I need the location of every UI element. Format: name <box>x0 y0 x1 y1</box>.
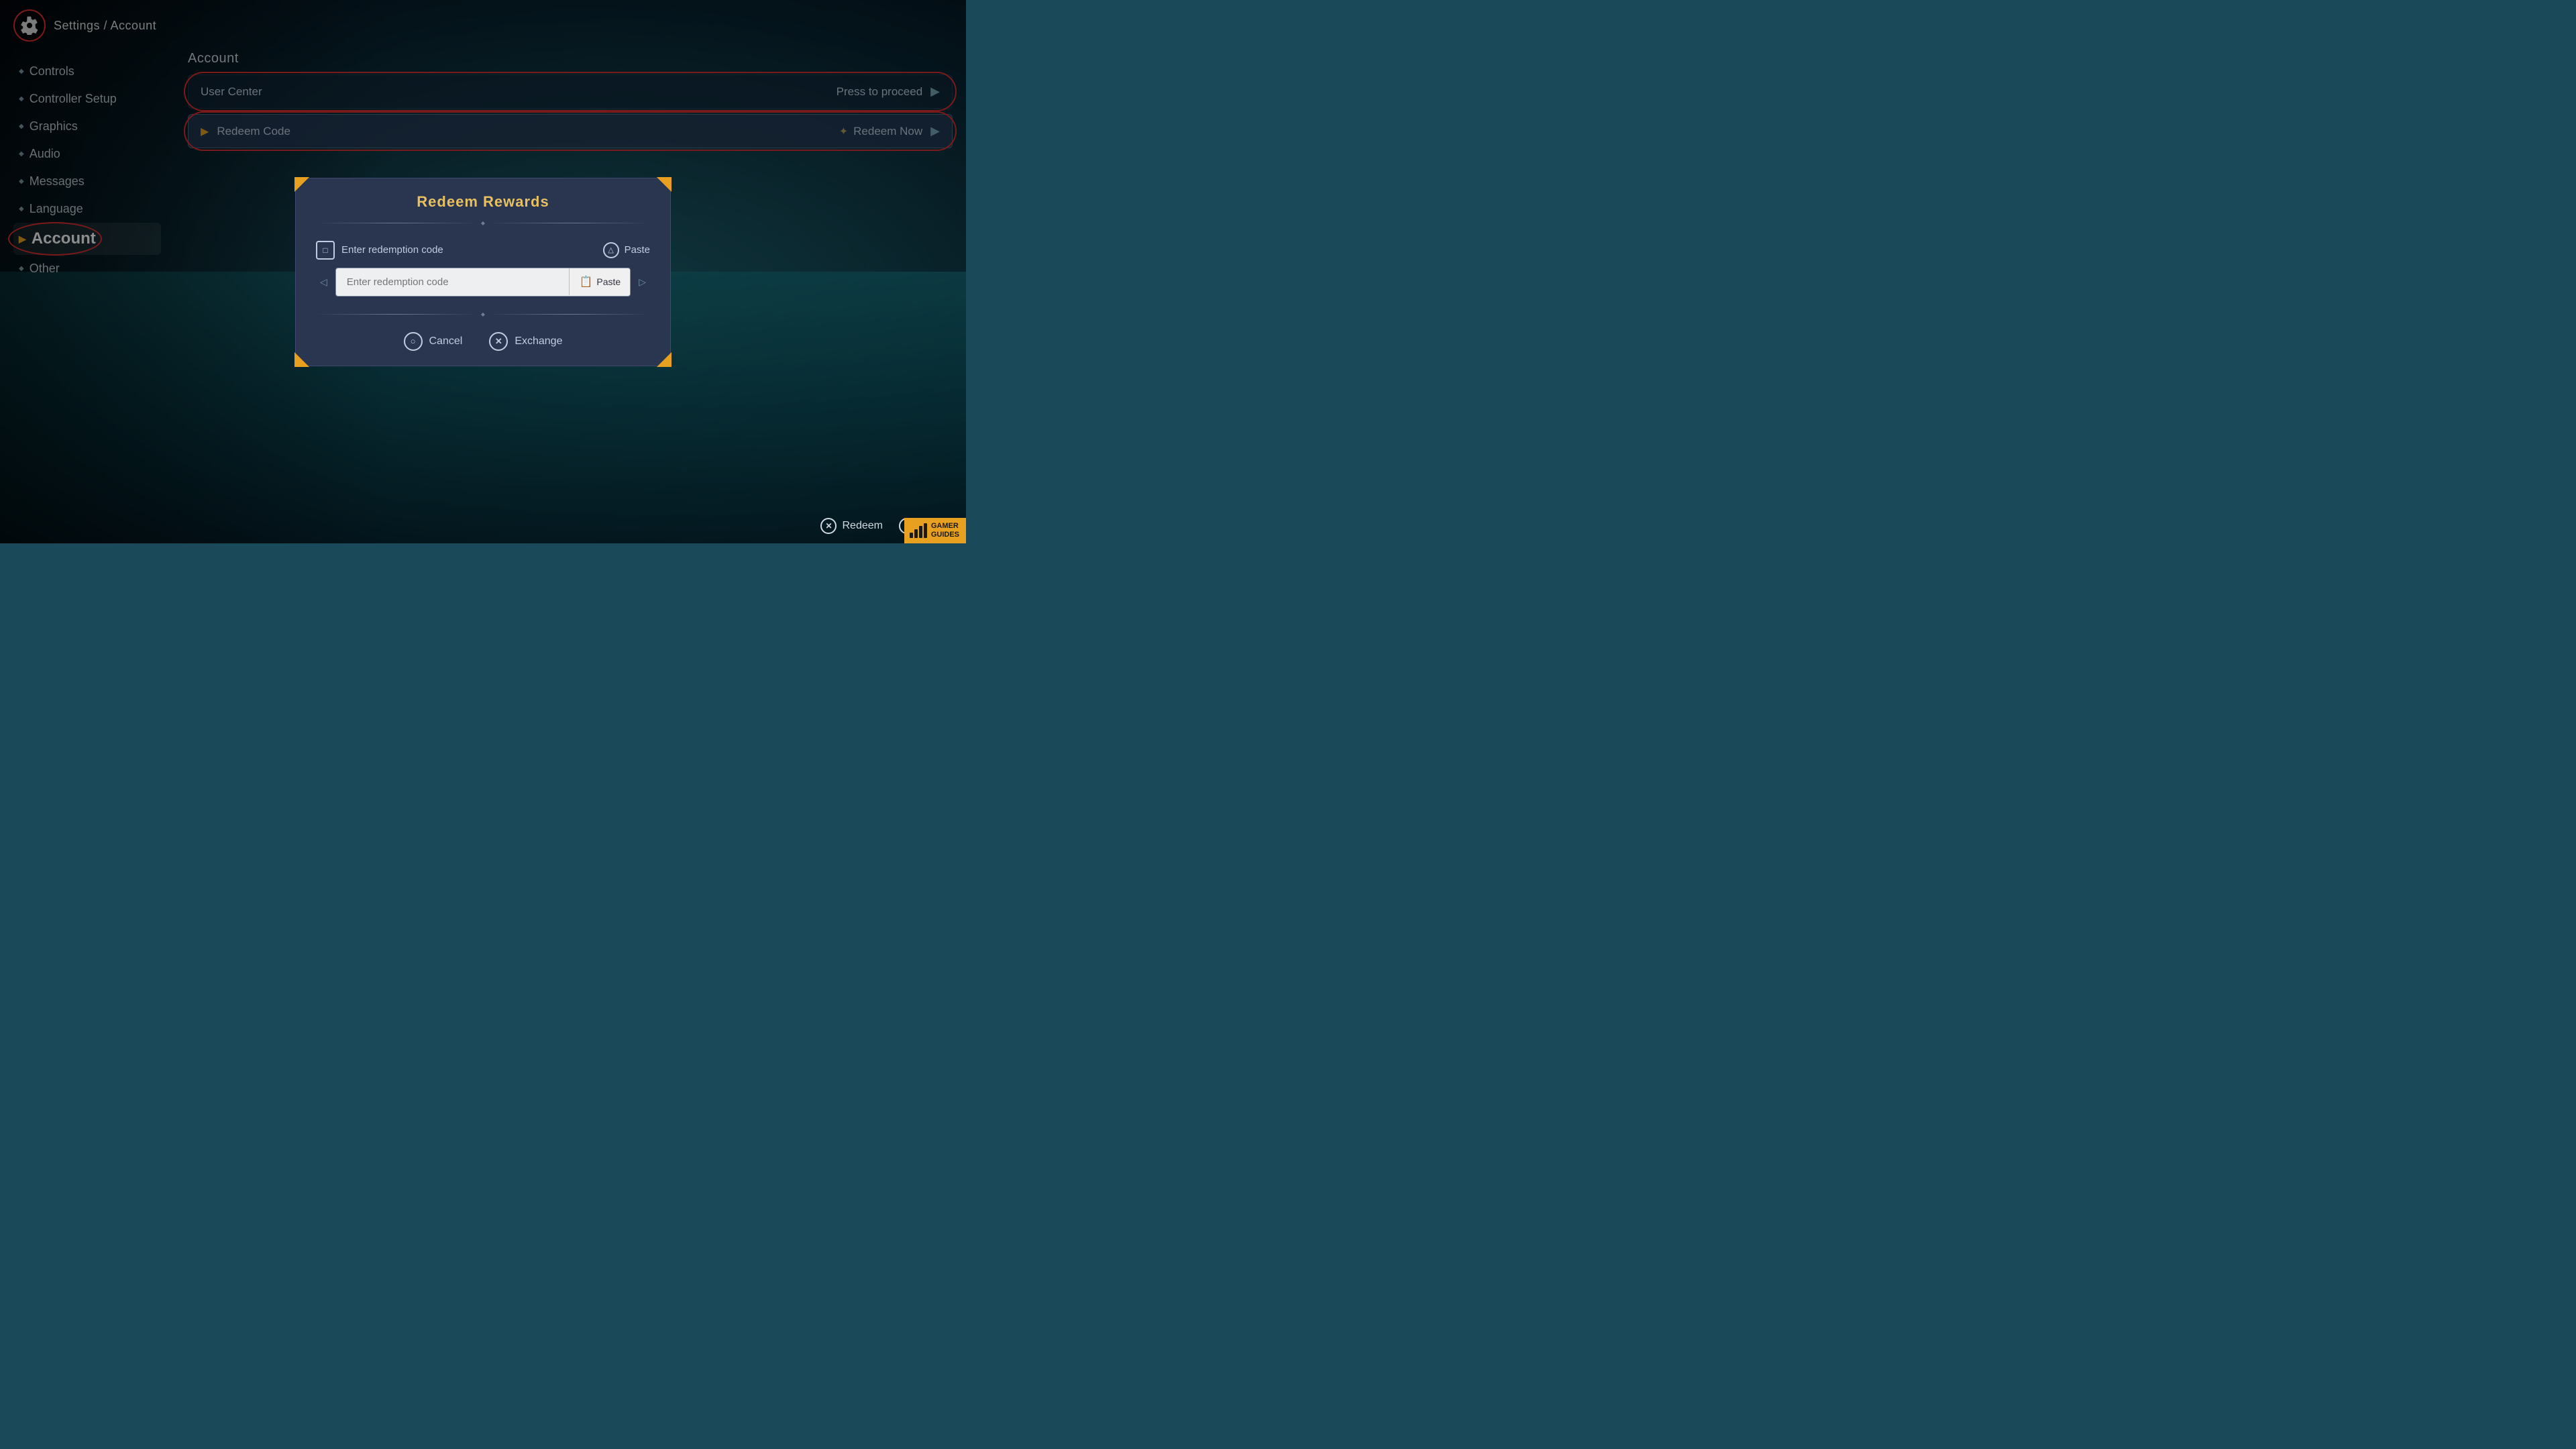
paste-inline-label: Paste <box>596 276 621 287</box>
redeem-x-icon: ✕ <box>820 518 837 534</box>
modal-top-divider: ◆ <box>296 220 670 226</box>
corner-tr-decoration <box>657 177 672 192</box>
redemption-label-row: □ Enter redemption code △ Paste <box>316 241 650 260</box>
gg-bar-4 <box>924 523 927 538</box>
redeem-hud-button[interactable]: ✕ Redeem <box>820 518 882 534</box>
gg-text: GAMER GUIDES <box>931 522 959 539</box>
gg-line1: GAMER <box>931 522 959 531</box>
input-row: ◁ 📋 Paste ▷ <box>316 268 650 297</box>
divider-diamond-bottom-icon: ◆ <box>481 311 485 317</box>
paste-label-top: Paste <box>625 244 650 256</box>
corner-bl-decoration <box>294 352 309 367</box>
paste-button-inline[interactable]: 📋 Paste <box>569 268 630 295</box>
redemption-label: □ Enter redemption code <box>316 241 443 260</box>
corner-br-decoration <box>657 352 672 367</box>
redeem-rewards-modal: Redeem Rewards ◆ □ Enter redemption code… <box>295 178 671 366</box>
gamer-guides-badge: GAMER GUIDES <box>904 518 966 543</box>
modal-title: Redeem Rewards <box>296 178 670 216</box>
controller-icon: □ <box>316 241 335 260</box>
exchange-x-icon: ✕ <box>489 332 508 351</box>
modal-body: □ Enter redemption code △ Paste ◁ 📋 <box>296 230 670 307</box>
gg-bar-3 <box>919 526 922 538</box>
divider-line-right-b <box>489 314 650 315</box>
modal-footer: ○ Cancel ✕ Exchange <box>296 321 670 366</box>
corner-tl-decoration <box>294 177 309 192</box>
clipboard-icon: 📋 <box>579 275 592 288</box>
redeem-hud-label: Redeem <box>842 520 882 532</box>
modal-overlay: Redeem Rewards ◆ □ Enter redemption code… <box>0 0 966 543</box>
redemption-code-input[interactable] <box>336 268 570 296</box>
code-input-wrapper: 📋 Paste <box>335 268 631 297</box>
exchange-label: Exchange <box>515 335 562 347</box>
cancel-label: Cancel <box>429 335 463 347</box>
gg-bars-icon <box>910 523 927 538</box>
divider-diamond-icon: ◆ <box>481 220 485 226</box>
gg-line2: GUIDES <box>931 531 959 539</box>
triangle-icon: △ <box>603 242 619 258</box>
cancel-circle-icon: ○ <box>404 332 423 351</box>
redemption-label-text: Enter redemption code <box>341 244 443 256</box>
divider-line-left-b <box>316 314 477 315</box>
input-left-arrow-icon: ◁ <box>316 276 331 288</box>
gg-bar-1 <box>910 533 913 538</box>
paste-button-top[interactable]: △ Paste <box>603 242 650 258</box>
exchange-button[interactable]: ✕ Exchange <box>489 332 562 351</box>
cancel-button[interactable]: ○ Cancel <box>404 332 463 351</box>
main-container: Settings / Account ◆ Controls ◆ Controll… <box>0 0 966 543</box>
gg-bar-2 <box>914 529 918 538</box>
modal-bottom-divider: ◆ <box>296 311 670 317</box>
input-right-arrow-icon: ▷ <box>635 276 650 288</box>
